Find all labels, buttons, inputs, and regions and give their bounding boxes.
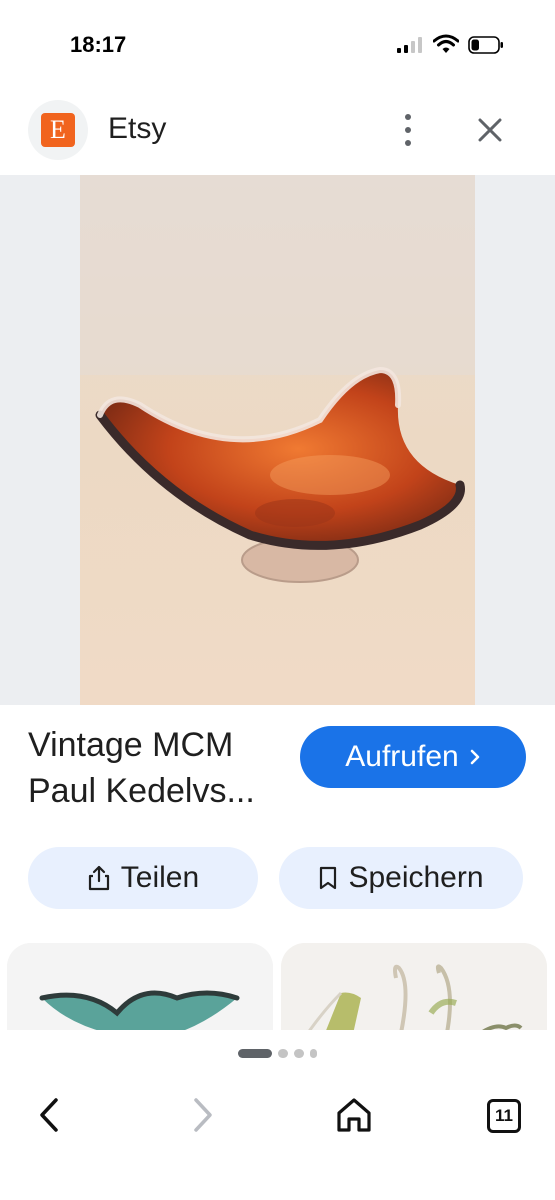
share-button[interactable]: Teilen <box>28 847 258 909</box>
status-bar: 18:17 <box>0 0 555 90</box>
pagination-dots <box>0 1049 555 1058</box>
battery-icon <box>468 36 503 54</box>
chevron-right-icon <box>470 749 479 765</box>
related-image-2 <box>281 943 547 1043</box>
bookmark-icon <box>320 866 337 890</box>
image-preview-area <box>0 175 555 705</box>
visit-button-label: Aufrufen <box>345 740 459 773</box>
more-vert-icon[interactable] <box>392 110 424 150</box>
back-icon[interactable] <box>26 1090 76 1140</box>
product-image[interactable] <box>80 175 475 705</box>
etsy-logo[interactable]: E <box>28 100 88 160</box>
wifi-icon <box>433 34 459 53</box>
related-result-2[interactable] <box>281 943 547 1043</box>
visit-button[interactable]: Aufrufen <box>300 726 526 788</box>
etsy-logo-letter: E <box>41 113 75 147</box>
pagination-dot-active <box>238 1049 272 1058</box>
pagination-dot <box>294 1049 304 1058</box>
result-title[interactable]: Vintage MCM Paul Kedelvs... <box>28 722 288 814</box>
pagination-dot <box>310 1049 317 1058</box>
close-icon[interactable] <box>472 112 508 148</box>
related-image-1 <box>7 943 273 1043</box>
related-result-1[interactable] <box>7 943 273 1043</box>
share-icon <box>88 865 109 891</box>
source-header: E Etsy <box>0 90 555 175</box>
save-button-label: Speichern <box>348 861 484 894</box>
signal-icon <box>397 37 425 53</box>
browser-toolbar: 11 <box>0 1030 555 1200</box>
home-icon[interactable] <box>329 1090 379 1140</box>
forward-icon[interactable] <box>176 1090 226 1140</box>
site-name[interactable]: Etsy <box>108 112 166 146</box>
tabs-icon[interactable]: 11 <box>487 1099 521 1133</box>
pagination-dot <box>278 1049 288 1058</box>
status-time: 18:17 <box>70 32 127 57</box>
share-button-label: Teilen <box>120 861 200 894</box>
save-button[interactable]: Speichern <box>279 847 523 909</box>
